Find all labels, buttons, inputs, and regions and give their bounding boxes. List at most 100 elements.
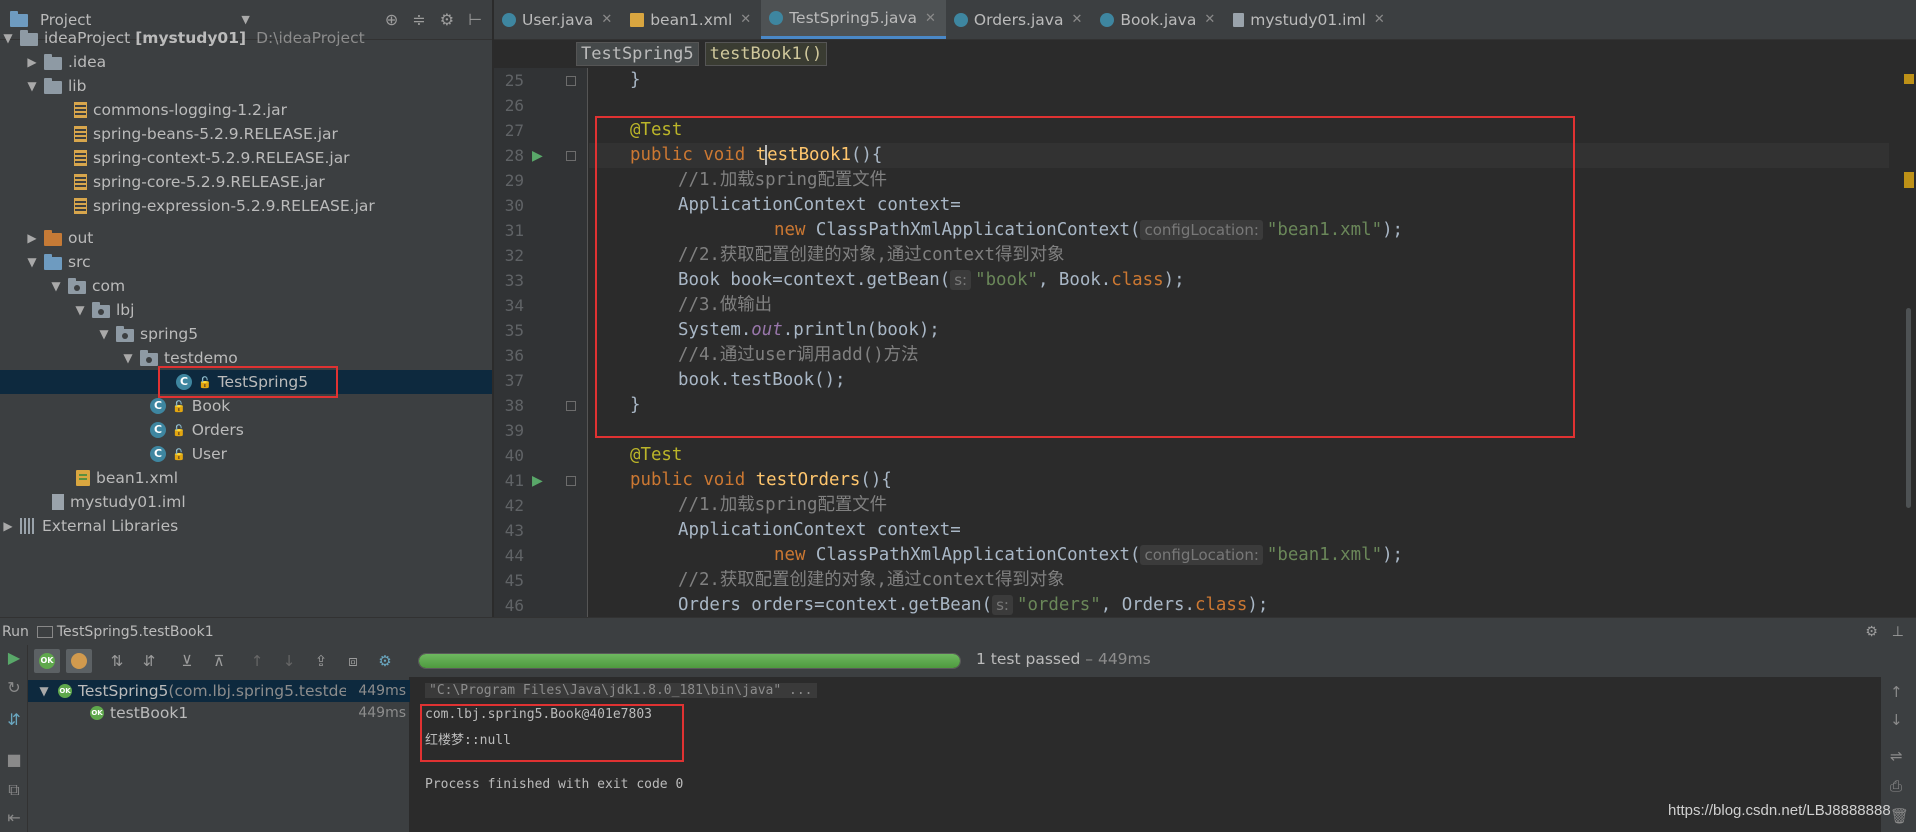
gear-icon[interactable]: ⚙ [1865,624,1878,640]
tree-item-lib[interactable]: ▼ lib [0,74,492,98]
code-token: void [703,145,746,165]
test-name: TestSpring5 [78,682,169,700]
expanded-arrow-icon[interactable]: ▼ [0,31,16,45]
method-name: testOrders [755,470,861,490]
tree-item-testdemo[interactable]: ▼ testdemo [0,346,492,370]
expanded-arrow-icon[interactable]: ▼ [96,327,112,341]
scroll-down-icon[interactable]: ↓ [1890,711,1903,729]
line-number: 28 [504,146,524,165]
tree-item-ideaproject[interactable]: ▼ ideaProject [mystudy01] D:\ideaProject [0,26,492,50]
show-ignored-button[interactable] [66,649,92,673]
tree-item-idea[interactable]: ▶ .idea [0,50,492,74]
code-token: public [630,145,693,165]
run-panel-title[interactable]: Run [2,624,29,640]
warning-marker[interactable] [1904,172,1914,188]
export-results-icon[interactable]: ⇪ [308,649,334,673]
tree-item-com[interactable]: ▼ com [0,274,492,298]
test-case-row[interactable]: OK testBook1 449ms [28,702,410,724]
previous-test-icon[interactable]: ↑ [244,649,270,673]
tab-user-java[interactable]: User.java ✕ [494,0,622,39]
tree-item-user[interactable]: C 🔓 User [0,442,492,466]
soft-wrap-icon[interactable]: ⇌ [1890,747,1903,765]
code-token: ); [1382,545,1404,565]
run-test-icon[interactable]: ▶ [532,148,543,164]
tree-item-jar[interactable]: commons-logging-1.2.jar [0,98,492,122]
tab-orders-java[interactable]: Orders.java ✕ [946,0,1092,39]
warning-marker[interactable] [1904,74,1914,84]
tree-item-lbj[interactable]: ▼ lbj [0,298,492,322]
expanded-arrow-icon[interactable]: ▼ [24,255,40,269]
tab-mystudy01-iml[interactable]: mystudy01.iml ✕ [1225,0,1395,39]
collapsed-arrow-icon[interactable]: ▶ [24,55,40,69]
breadcrumb-method[interactable]: testBook1() [704,42,828,66]
expanded-arrow-icon[interactable]: ▼ [36,684,52,698]
parameter-hint: configLocation: [1140,220,1263,240]
test-suite-row[interactable]: ▼ OK TestSpring5 (com.lbj.spring5.testde… [28,680,410,702]
close-icon[interactable]: ✕ [740,12,751,27]
tree-item-spring5[interactable]: ▼ spring5 [0,322,492,346]
editor-scrollbar[interactable] [1902,68,1916,617]
next-test-icon[interactable]: ↓ [276,649,302,673]
expanded-arrow-icon[interactable]: ▼ [120,351,136,365]
tree-item-jar[interactable]: spring-beans-5.2.9.RELEASE.jar [0,122,492,146]
tree-item-jar[interactable]: spring-context-5.2.9.RELEASE.jar [0,146,492,170]
collapsed-arrow-icon[interactable]: ▶ [0,519,16,533]
fold-marker-icon[interactable] [566,76,576,86]
source-folder-icon [44,253,62,270]
stop-icon[interactable]: ■ [5,751,23,769]
tab-book-java[interactable]: Book.java ✕ [1092,0,1225,39]
tab-bean1-xml[interactable]: bean1.xml ✕ [622,0,761,39]
collapse-all-icon[interactable]: ⊼ [206,649,232,673]
exit-icon[interactable]: ⇤ [5,809,23,827]
fold-marker-icon[interactable] [566,151,576,161]
close-icon[interactable]: ✕ [1071,12,1082,27]
tree-item-jar[interactable]: spring-expression-5.2.9.RELEASE.jar [0,194,492,218]
hide-panel-icon[interactable]: ⊥ [1892,624,1904,640]
sort-duration-icon[interactable]: ⇵ [136,649,162,673]
test-name: testBook1 [110,704,189,722]
close-icon[interactable]: ✕ [1204,12,1215,27]
run-config-name[interactable]: TestSpring5.testBook1 [57,624,214,640]
breadcrumb-class[interactable]: TestSpring5 [576,42,699,66]
run-test-icon[interactable]: ▶ [532,473,543,489]
project-path: D:\ideaProject [256,29,365,47]
tree-item-mystudy01-iml[interactable]: mystudy01.iml [0,490,492,514]
tree-item-src[interactable]: ▼ src [0,250,492,274]
line-number: 34 [504,296,524,315]
fold-marker-icon[interactable] [566,401,576,411]
chevron-down-icon[interactable]: ▼ [241,13,249,26]
tree-item-jar[interactable]: spring-core-5.2.9.RELEASE.jar [0,170,492,194]
collapsed-arrow-icon[interactable]: ▶ [24,231,40,245]
show-passed-button[interactable]: OK [34,649,60,673]
expanded-arrow-icon[interactable]: ▼ [48,279,64,293]
close-icon[interactable]: ✕ [1374,12,1385,27]
code-token: Orders orders=context.getBean( [678,595,993,615]
tab-testspring5-java[interactable]: TestSpring5.java ✕ [761,0,946,39]
trash-icon[interactable]: 🗑 [1890,807,1909,825]
tree-item-book[interactable]: C 🔓 Book [0,394,492,418]
gear-icon[interactable]: ⚙ [372,649,398,673]
tree-item-testspring5[interactable]: C 🔓 TestSpring5 [0,370,492,394]
tree-item-external-libraries[interactable]: ▶ External Libraries [0,514,492,538]
tree-item-out[interactable]: ▶ out [0,226,492,250]
close-icon[interactable]: ✕ [601,12,612,27]
scroll-up-icon[interactable]: ↑ [1890,683,1903,701]
expanded-arrow-icon[interactable]: ▼ [24,79,40,93]
tree-item-orders[interactable]: C 🔓 Orders [0,418,492,442]
close-icon[interactable]: ✕ [925,11,936,26]
class-icon [769,11,784,25]
export-icon[interactable]: ⧉ [5,781,23,799]
rerun-icon[interactable]: ▶ [5,649,23,667]
scroll-thumb[interactable] [1906,308,1911,508]
import-results-icon[interactable]: ⧈ [340,649,366,673]
expanded-arrow-icon[interactable]: ▼ [72,303,88,317]
toggle-auto-test-icon[interactable]: ⇵ [5,711,23,729]
expand-all-icon[interactable]: ⊻ [174,649,200,673]
rerun-failed-icon[interactable]: ↻ [5,679,23,697]
code-editor[interactable]: } @Test public void testBook1(){ //1.加载s… [589,68,1889,617]
fold-marker-icon[interactable] [566,476,576,486]
sort-alpha-icon[interactable]: ⇅ [104,649,130,673]
tree-item-bean1-xml[interactable]: bean1.xml [0,466,492,490]
print-icon[interactable]: ⎙ [1890,777,1902,795]
console-output[interactable]: "C:\Program Files\Java\jdk1.8.0_181\bin\… [411,677,1881,832]
